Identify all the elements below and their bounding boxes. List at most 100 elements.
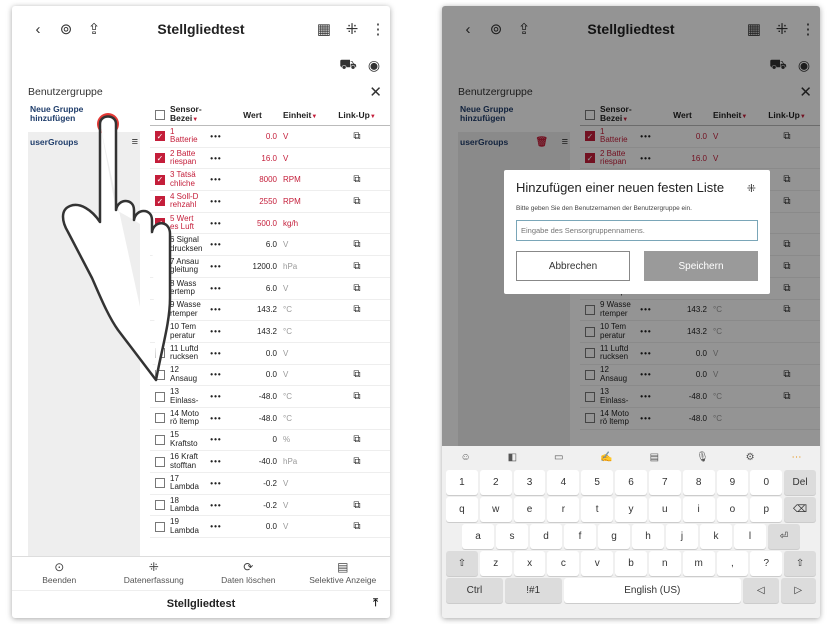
more-dots-icon[interactable]: •••: [204, 154, 228, 163]
row-checkbox[interactable]: [155, 413, 165, 424]
key[interactable]: n: [648, 551, 681, 576]
more-dots-icon[interactable]: •••: [204, 262, 228, 271]
link-up-icon[interactable]: ⧉: [332, 391, 382, 402]
key[interactable]: v: [581, 551, 614, 576]
more-dots-icon[interactable]: •••: [204, 305, 228, 314]
key[interactable]: w: [479, 497, 512, 522]
key[interactable]: ⏎: [768, 524, 800, 549]
table-row[interactable]: 19 Lambda ••• 0.0 V ⧉: [150, 516, 390, 539]
row-checkbox[interactable]: [155, 456, 165, 467]
key[interactable]: z: [479, 551, 512, 576]
key[interactable]: ⇧: [446, 551, 478, 576]
link-up-icon[interactable]: ⧉: [332, 283, 382, 294]
key[interactable]: ⌫: [784, 497, 816, 522]
more-dots-icon[interactable]: •••: [204, 349, 228, 358]
more-dots-icon[interactable]: •••: [204, 522, 228, 531]
key[interactable]: y: [615, 497, 647, 522]
handwriting-icon[interactable]: ✍: [600, 452, 612, 463]
more-dots-icon[interactable]: •••: [204, 435, 228, 444]
key[interactable]: 3: [513, 470, 546, 495]
row-checkbox[interactable]: [155, 391, 165, 402]
nav-exit[interactable]: ⊙ Beenden: [12, 557, 107, 590]
key[interactable]: 2: [479, 470, 512, 495]
more-dots-icon[interactable]: •••: [204, 327, 228, 336]
table-row[interactable]: 17 Lambda ••• -0.2 V: [150, 473, 390, 495]
space-key[interactable]: English (US): [563, 578, 742, 603]
key[interactable]: b: [615, 551, 647, 576]
clipboard-icon[interactable]: ▤: [650, 452, 659, 463]
key[interactable]: e: [513, 497, 546, 522]
header-link[interactable]: Link-Up▼: [332, 110, 382, 120]
key[interactable]: 1: [446, 470, 478, 495]
link-up-icon[interactable]: ⧉: [332, 196, 382, 207]
key[interactable]: j: [666, 524, 698, 549]
key[interactable]: 0: [750, 470, 783, 495]
key[interactable]: 7: [648, 470, 681, 495]
row-checkbox[interactable]: [155, 434, 165, 445]
key[interactable]: t: [581, 497, 614, 522]
key[interactable]: c: [547, 551, 580, 576]
more-dots-icon[interactable]: •••: [204, 457, 228, 466]
more-dots-icon[interactable]: •••: [204, 414, 228, 423]
more-dots-icon[interactable]: •••: [204, 284, 228, 293]
key[interactable]: ,: [716, 551, 749, 576]
key[interactable]: g: [598, 524, 630, 549]
link-up-icon[interactable]: ⧉: [332, 434, 382, 445]
key[interactable]: i: [682, 497, 715, 522]
key[interactable]: ▷: [780, 578, 816, 603]
key[interactable]: q: [446, 497, 478, 522]
row-checkbox[interactable]: [155, 478, 165, 489]
key[interactable]: d: [530, 524, 562, 549]
key[interactable]: h: [632, 524, 664, 549]
nav-filter[interactable]: ▤ Selektive Anzeige: [296, 557, 391, 590]
key[interactable]: !#1: [504, 578, 562, 603]
key[interactable]: 8: [682, 470, 715, 495]
key[interactable]: x: [513, 551, 546, 576]
more-dots-icon[interactable]: •••: [204, 132, 228, 141]
close-icon[interactable]: ✕: [369, 83, 382, 101]
key[interactable]: u: [648, 497, 681, 522]
save-button[interactable]: Speichern: [644, 251, 758, 281]
nav-refresh[interactable]: ⟳ Daten löschen: [201, 557, 296, 590]
emoji-icon[interactable]: ☺: [460, 452, 470, 463]
table-row[interactable]: 16 Kraft stofftan ••• -40.0 hPa ⧉: [150, 451, 390, 473]
key[interactable]: Ctrl: [446, 578, 503, 603]
row-checkbox[interactable]: [155, 521, 165, 532]
more-options-icon[interactable]: ⋮: [368, 19, 388, 39]
key[interactable]: r: [547, 497, 580, 522]
more-dots-icon[interactable]: •••: [204, 219, 228, 228]
settings-icon[interactable]: ⚙: [746, 452, 755, 463]
key[interactable]: p: [750, 497, 783, 522]
table-row[interactable]: 14 Moto rö ltemp ••• -48.0 °C: [150, 408, 390, 430]
capture-icon[interactable]: ⁜: [342, 19, 362, 39]
header-value[interactable]: Wert: [228, 110, 280, 120]
car-icon[interactable]: ⛟: [338, 55, 358, 75]
key[interactable]: 6: [615, 470, 647, 495]
table-row[interactable]: 15 Kraftsto ••• 0% ⧉: [150, 430, 390, 452]
more-icon[interactable]: ⋯: [792, 452, 802, 463]
nav-capture[interactable]: ⁜ Datenerfassung: [107, 557, 202, 590]
more-dots-icon[interactable]: •••: [204, 197, 228, 206]
key[interactable]: k: [700, 524, 732, 549]
link-up-icon[interactable]: ⧉: [332, 456, 382, 467]
link-up-icon[interactable]: ⧉: [332, 261, 382, 272]
key[interactable]: a: [462, 524, 494, 549]
calendar-icon[interactable]: ▦: [314, 19, 334, 39]
group-name-input[interactable]: [516, 220, 758, 241]
key[interactable]: s: [496, 524, 528, 549]
engine-icon[interactable]: ◉: [364, 55, 384, 75]
more-dots-icon[interactable]: •••: [204, 501, 228, 510]
expand-icon[interactable]: ⤒: [373, 597, 378, 610]
link-up-icon[interactable]: ⧉: [332, 131, 382, 142]
link-up-icon[interactable]: ⧉: [332, 521, 382, 532]
key[interactable]: ◁: [743, 578, 779, 603]
sticker-icon[interactable]: ◧: [508, 452, 517, 463]
key[interactable]: 4: [547, 470, 580, 495]
key[interactable]: f: [564, 524, 596, 549]
gif-icon[interactable]: ▭: [554, 452, 563, 463]
link-up-icon[interactable]: ⧉: [332, 304, 382, 315]
key[interactable]: o: [716, 497, 749, 522]
key[interactable]: m: [682, 551, 715, 576]
header-unit[interactable]: Einheit▼: [280, 110, 332, 120]
microphone-icon[interactable]: 🎙: [696, 452, 709, 463]
